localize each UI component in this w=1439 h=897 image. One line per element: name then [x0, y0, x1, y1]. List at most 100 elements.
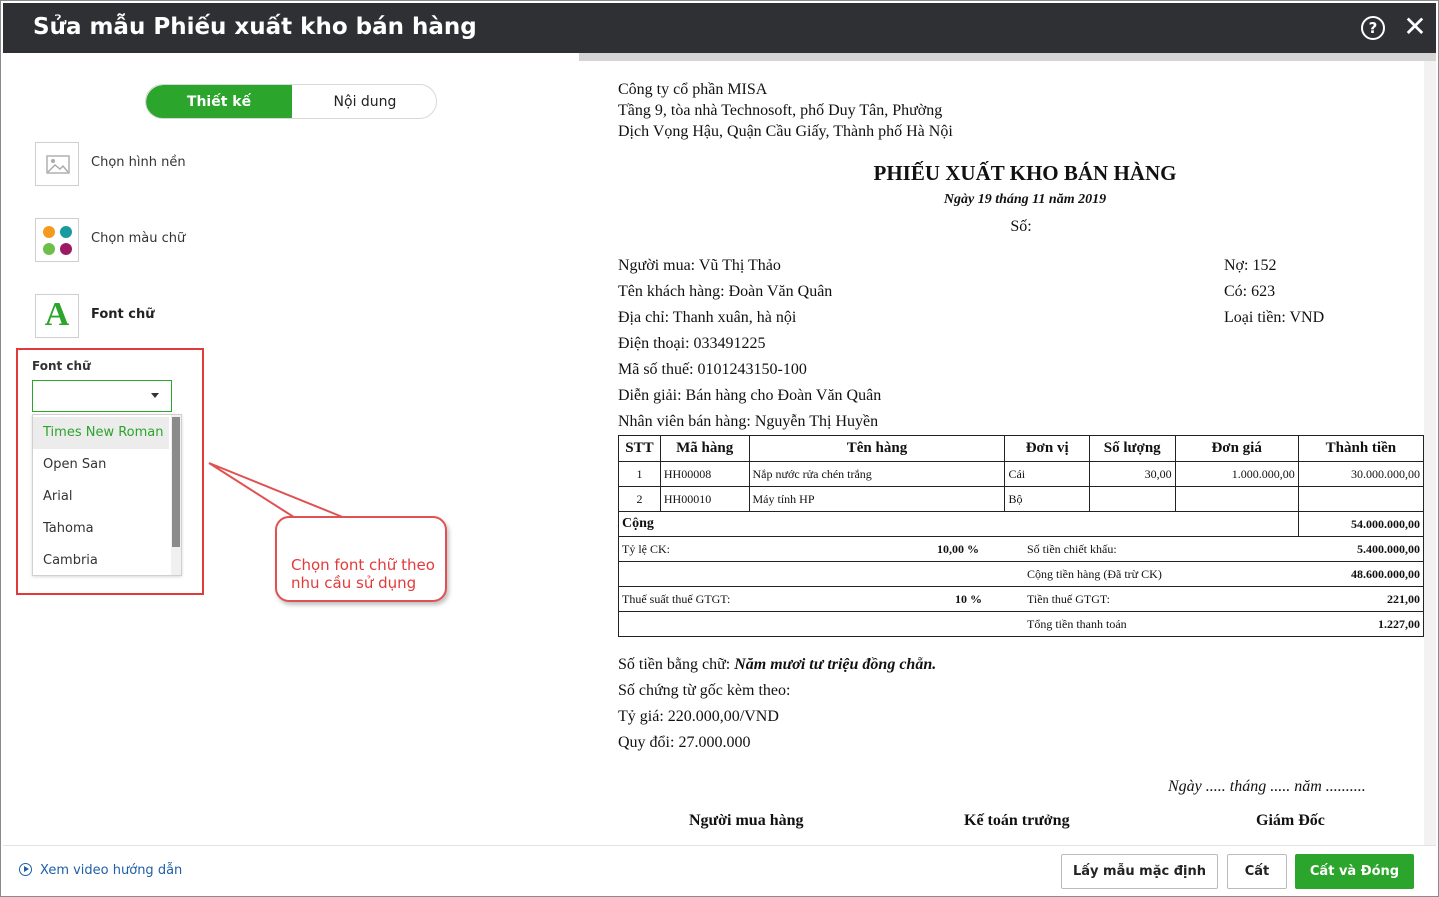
cell: 2 — [618, 486, 661, 512]
cong-label: Cộng — [618, 511, 1299, 537]
credit-account: Có: 623 — [1224, 283, 1276, 300]
cell: 30,00 — [1088, 461, 1176, 487]
col-amount: Thành tiền — [1297, 435, 1425, 462]
title-bar: Sửa mẫu Phiếu xuất kho bán hàng ? ✕ — [3, 3, 1436, 53]
tax-code: Mã số thuế: 0101243150-100 — [618, 361, 807, 378]
video-guide-link[interactable]: Xem video hướng dẫn — [19, 863, 182, 878]
buyer: Người mua: Vũ Thị Thảo — [618, 257, 781, 274]
video-guide-text: Xem video hướng dẫn — [40, 863, 183, 878]
tab-content[interactable]: Nội dung — [292, 85, 436, 118]
description: Diễn giải: Bán hàng cho Đoàn Văn Quân — [618, 387, 882, 404]
cell: HH00008 — [659, 461, 750, 487]
company-name: Công ty cổ phần MISA — [618, 81, 768, 98]
font-icon: A — [44, 296, 70, 333]
font-select[interactable] — [32, 380, 172, 412]
cell — [1174, 486, 1299, 512]
vat-label: Thuế suất thuế GTGT: — [622, 591, 731, 606]
font-label[interactable]: Font chữ — [91, 307, 155, 322]
company-address-2: Dịch Vọng Hậu, Quận Cầu Giấy, Thành phố … — [618, 123, 953, 140]
cell: 30.000.000,00 — [1297, 461, 1425, 487]
amount-in-words-label: Số tiền bằng chữ: — [618, 656, 731, 673]
font-button[interactable]: A — [35, 294, 79, 338]
converted-amount: Quy đổi: 27.000.000 — [618, 734, 751, 751]
palette-icon — [43, 226, 72, 255]
exchange-rate: Tỷ giá: 220.000,00/VND — [618, 708, 779, 725]
grand-total-value: 1.227,00 — [1378, 617, 1420, 631]
save-and-close-button[interactable]: Cất và Đóng — [1295, 854, 1414, 889]
phone: Điện thoại: 033491225 — [618, 335, 766, 352]
vat-amount-label: Tiền thuế GTGT: — [1027, 591, 1110, 606]
sales-staff: Nhân viên bán hàng: Nguyễn Thị Huyền — [618, 413, 879, 430]
cell: Cái — [1004, 461, 1090, 487]
document-preview: Công ty cổ phần MISA Tầng 9, tòa nhà Tec… — [579, 61, 1425, 845]
table-row: 1 HH00008 Nắp nước rửa chén trắng Cái 30… — [618, 461, 1425, 487]
debit-account: Nợ: 152 — [1224, 257, 1277, 274]
col-name: Tên hàng — [748, 435, 1006, 462]
cell: 1.000.000,00 — [1174, 461, 1299, 487]
table-row-grand-total: Tổng tiền thanh toán 1.227,00 — [618, 611, 1424, 637]
items-table: STT Mã hàng Tên hàng Đơn vị Số lượng Đơn… — [618, 435, 1425, 637]
default-template-button[interactable]: Lấy mẫu mặc định — [1061, 854, 1218, 889]
col-unit: Đơn vị — [1004, 435, 1090, 462]
table-row: 2 HH00010 Máy tính HP Bộ — [618, 486, 1425, 512]
preview-scrollbar[interactable] — [1424, 61, 1436, 845]
document-number: Số: — [1010, 218, 1032, 235]
currency: Loại tiền: VND — [1224, 309, 1325, 326]
signer-chief-accountant: Kế toán trưởng — [964, 812, 1070, 829]
image-icon — [46, 155, 70, 174]
dialog-footer: Xem video hướng dẫn Lấy mẫu mặc định Cất… — [3, 845, 1436, 894]
font-field-label: Font chữ — [32, 359, 91, 373]
dropdown-scrollbar[interactable] — [171, 415, 181, 575]
vat-amount: 221,00 — [1387, 591, 1420, 606]
font-option-tahoma[interactable]: Tahoma — [33, 513, 169, 545]
table-row-discount: Tỷ lệ CK: 10,00 % Số tiền chiết khấu: 5.… — [618, 536, 1424, 562]
discount-label: Tỷ lệ CK: — [622, 541, 670, 556]
background-image-label[interactable]: Chọn hình nền — [91, 155, 186, 170]
close-icon[interactable]: ✕ — [1401, 11, 1429, 43]
discount-rate: 10,00 % — [937, 541, 979, 556]
signer-director: Giám Đốc — [1256, 812, 1325, 829]
help-icon[interactable]: ? — [1361, 16, 1385, 40]
table-row-subtotal: Cộng tiền hàng (Đã trừ CK) 48.600.000,00 — [618, 561, 1424, 587]
table-row-total: Cộng 54.000.000,00 — [618, 511, 1425, 537]
col-stt: STT — [618, 435, 661, 462]
font-option-arial[interactable]: Arial — [33, 481, 169, 513]
cell: 1 — [618, 461, 661, 487]
cell: Máy tính HP — [748, 486, 1006, 512]
font-option-cambria[interactable]: Cambria — [33, 545, 169, 577]
save-button[interactable]: Cất — [1227, 854, 1287, 889]
cell — [1088, 486, 1176, 512]
document-date: Ngày 19 tháng 11 năm 2019 — [943, 192, 1107, 207]
vat-rate: 10 % — [955, 591, 982, 606]
font-dropdown-list: Times New Roman Open San Arial Tahoma Ca… — [32, 414, 182, 576]
tab-design[interactable]: Thiết kế — [146, 85, 292, 118]
background-image-button[interactable] — [35, 142, 79, 186]
cell: Nắp nước rửa chén trắng — [748, 461, 1006, 487]
text-color-label[interactable]: Chọn màu chữ — [91, 231, 185, 246]
mode-toggle: Thiết kế Nội dung — [145, 84, 437, 119]
grand-total-cell: Tổng tiền thanh toán 1.227,00 — [618, 611, 1424, 637]
text-color-button[interactable] — [35, 218, 79, 262]
callout-text: Chọn font chữ theo nhu cầu sử dụng — [291, 556, 435, 592]
cell — [1297, 486, 1425, 512]
subtotal-label: Cộng tiền hàng (Đã trừ CK) — [1027, 567, 1162, 581]
font-option-times-new-roman[interactable]: Times New Roman — [33, 417, 169, 449]
dialog-title: Sửa mẫu Phiếu xuất kho bán hàng — [33, 14, 477, 40]
table-header-row: STT Mã hàng Tên hàng Đơn vị Số lượng Đơn… — [618, 435, 1425, 462]
attached-docs: Số chứng từ gốc kèm theo: — [618, 682, 791, 699]
signer-buyer: Người mua hàng — [689, 812, 804, 829]
discount-cell: Tỷ lệ CK: 10,00 % Số tiền chiết khấu: 5.… — [618, 536, 1424, 562]
callout-bubble: Chọn font chữ theo nhu cầu sử dụng — [275, 516, 447, 602]
play-icon — [19, 863, 32, 876]
font-option-open-san[interactable]: Open San — [33, 449, 169, 481]
chevron-down-icon[interactable] — [151, 393, 159, 398]
subtotal-cell: Cộng tiền hàng (Đã trừ CK) 48.600.000,00 — [618, 561, 1424, 587]
font-selector-highlight: Font chữ Times New Roman Open San Arial … — [16, 348, 204, 595]
cong-value: 54.000.000,00 — [1297, 511, 1425, 537]
amount-in-words: Số tiền bằng chữ: Năm mươi tư triệu đồng… — [618, 656, 936, 674]
grand-total-label: Tổng tiền thanh toán — [1027, 617, 1127, 631]
col-qty: Số lượng — [1088, 435, 1176, 462]
sign-date: Ngày ..... tháng ..... năm .......... — [1168, 778, 1366, 795]
discount-amount-label: Số tiền chiết khấu: — [1027, 541, 1117, 556]
scrollbar-thumb[interactable] — [172, 417, 180, 547]
